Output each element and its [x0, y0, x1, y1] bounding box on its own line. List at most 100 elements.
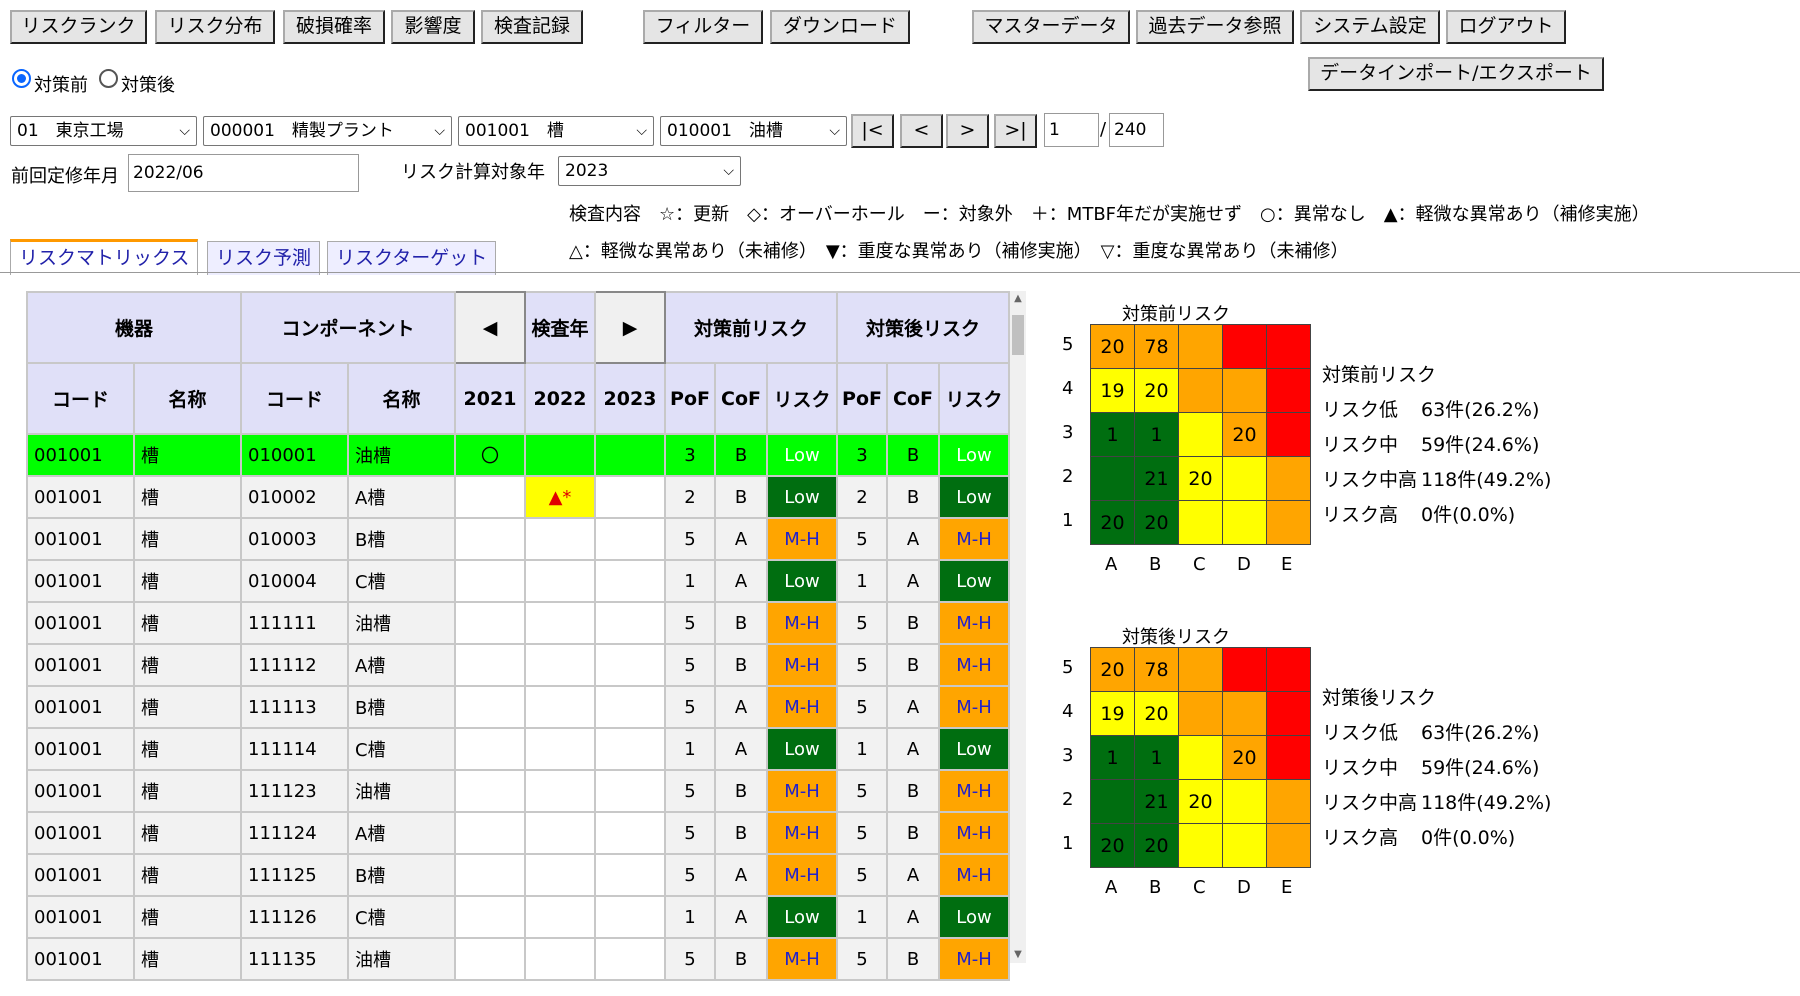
- matrix-cell[interactable]: [1222, 368, 1267, 413]
- scrollbar-thumb[interactable]: [1012, 315, 1024, 355]
- matrix-cell[interactable]: [1178, 324, 1223, 369]
- matrix-cell[interactable]: [1222, 456, 1267, 501]
- system-settings-button[interactable]: システム設定: [1300, 10, 1440, 44]
- matrix-cell[interactable]: [1222, 500, 1267, 545]
- matrix-cell[interactable]: [1178, 500, 1223, 545]
- matrix-cell[interactable]: 20: [1222, 735, 1267, 780]
- table-row[interactable]: 001001 槽 111114 C槽 1 A Low 1 A Low: [26, 727, 1010, 771]
- matrix-cell[interactable]: [1222, 691, 1267, 736]
- matrix-cell[interactable]: 20: [1178, 456, 1223, 501]
- break-probability-button[interactable]: 破損確率: [283, 10, 385, 44]
- impact-button[interactable]: 影響度: [391, 10, 475, 44]
- prev-year-button[interactable]: ◀: [454, 291, 526, 364]
- matrix-cell[interactable]: 78: [1134, 647, 1179, 692]
- next-year-button[interactable]: ▶: [594, 291, 666, 364]
- table-row[interactable]: 001001 槽 111125 B槽 5 A M-H 5 A M-H: [26, 853, 1010, 897]
- table-row[interactable]: 001001 槽 111113 B槽 5 A M-H 5 A M-H: [26, 685, 1010, 729]
- matrix-cell[interactable]: [1266, 368, 1311, 413]
- before-radio[interactable]: [12, 69, 31, 88]
- matrix-cell[interactable]: [1090, 456, 1135, 501]
- import-export-button[interactable]: データインポート/エクスポート: [1308, 57, 1604, 91]
- after-radio[interactable]: [99, 69, 118, 88]
- matrix-cell[interactable]: 20: [1222, 412, 1267, 457]
- matrix-cell[interactable]: 21: [1134, 779, 1179, 824]
- table-row[interactable]: 001001 槽 111123 油槽 5 B M-H 5 B M-H: [26, 769, 1010, 813]
- next-page-button[interactable]: >: [946, 114, 989, 148]
- tab-risk-target[interactable]: リスクターゲット: [327, 241, 497, 275]
- prev-page-button[interactable]: <: [900, 114, 943, 148]
- matrix-cell[interactable]: [1178, 647, 1223, 692]
- logout-button[interactable]: ログアウト: [1446, 10, 1566, 44]
- factory-select[interactable]: 01 東京工場 ⌵: [10, 116, 197, 146]
- matrix-cell[interactable]: [1178, 823, 1223, 868]
- matrix-cell[interactable]: [1178, 368, 1223, 413]
- master-data-button[interactable]: マスターデータ: [972, 10, 1130, 44]
- table-row[interactable]: 001001 槽 010004 C槽 1 A Low 1 A Low: [26, 559, 1010, 603]
- table-row[interactable]: 001001 槽 111135 油槽 5 B M-H 5 B M-H: [26, 937, 1010, 981]
- matrix-cell[interactable]: 20: [1090, 823, 1135, 868]
- last-page-button[interactable]: >|: [994, 114, 1037, 148]
- matrix-cell[interactable]: [1266, 456, 1311, 501]
- history-data-button[interactable]: 過去データ参照: [1136, 10, 1294, 44]
- table-row[interactable]: 001001 槽 010003 B槽 5 A M-H 5 A M-H: [26, 517, 1010, 561]
- matrix-cell[interactable]: 20: [1134, 368, 1179, 413]
- matrix-cell[interactable]: 1: [1134, 412, 1179, 457]
- matrix-cell[interactable]: [1222, 823, 1267, 868]
- matrix-cell[interactable]: [1222, 647, 1267, 692]
- matrix-cell[interactable]: 20: [1134, 500, 1179, 545]
- matrix-cell[interactable]: 19: [1090, 368, 1135, 413]
- matrix-cell[interactable]: 19: [1090, 691, 1135, 736]
- matrix-cell[interactable]: 1: [1090, 412, 1135, 457]
- matrix-cell[interactable]: [1266, 500, 1311, 545]
- matrix-cell[interactable]: [1266, 647, 1311, 692]
- inspection-record-button[interactable]: 検査記録: [481, 10, 583, 44]
- component-select[interactable]: 010001 油槽 ⌵: [660, 116, 847, 146]
- table-row[interactable]: 001001 槽 111126 C槽 1 A Low 1 A Low: [26, 895, 1010, 939]
- tab-risk-matrix[interactable]: リスクマトリックス: [10, 239, 199, 275]
- first-page-button[interactable]: |<: [851, 114, 894, 148]
- matrix-cell[interactable]: [1178, 691, 1223, 736]
- matrix-cell[interactable]: [1266, 324, 1311, 369]
- matrix-cell[interactable]: 1: [1134, 735, 1179, 780]
- page-number-input[interactable]: 1: [1044, 113, 1099, 147]
- matrix-cell[interactable]: [1266, 691, 1311, 736]
- matrix-cell[interactable]: [1266, 412, 1311, 457]
- matrix-cell[interactable]: [1266, 735, 1311, 780]
- plant-select[interactable]: 000001 精製プラント ⌵: [203, 116, 452, 146]
- table-row[interactable]: 001001 槽 111112 A槽 5 B M-H 5 B M-H: [26, 643, 1010, 687]
- matrix-cell[interactable]: [1266, 779, 1311, 824]
- table-row[interactable]: 001001 槽 111124 A槽 5 B M-H 5 B M-H: [26, 811, 1010, 855]
- tab-risk-forecast[interactable]: リスク予測: [207, 241, 321, 275]
- matrix-cell[interactable]: [1178, 412, 1223, 457]
- table-scrollbar[interactable]: ▲ ▼: [1010, 291, 1026, 963]
- filter-button[interactable]: フィルター: [643, 10, 763, 44]
- table-cell: 2: [664, 475, 716, 519]
- table-row[interactable]: 001001 槽 010001 油槽〇 3 B Low 3 B Low: [26, 433, 1010, 477]
- matrix-cell[interactable]: [1222, 324, 1267, 369]
- matrix-cell[interactable]: 78: [1134, 324, 1179, 369]
- calc-year-select[interactable]: 2023 ⌵: [558, 156, 741, 186]
- table-cell: B: [886, 769, 940, 813]
- scroll-up-icon[interactable]: ▲: [1010, 291, 1026, 307]
- matrix-cell[interactable]: 20: [1134, 823, 1179, 868]
- table-row[interactable]: 001001 槽 010002 A槽 ▲* 2 B Low 2 B Low: [26, 475, 1010, 519]
- table-row[interactable]: 001001 槽 111111 油槽 5 B M-H 5 B M-H: [26, 601, 1010, 645]
- matrix-cell[interactable]: [1090, 779, 1135, 824]
- matrix-cell[interactable]: 20: [1134, 691, 1179, 736]
- matrix-cell[interactable]: 1: [1090, 735, 1135, 780]
- scroll-down-icon[interactable]: ▼: [1010, 947, 1026, 963]
- risk-distribution-button[interactable]: リスク分布: [155, 10, 275, 44]
- risk-rank-button[interactable]: リスクランク: [10, 10, 147, 44]
- matrix-cell[interactable]: 20: [1090, 324, 1135, 369]
- matrix-cell[interactable]: 20: [1090, 647, 1135, 692]
- table-cell: A: [714, 895, 768, 939]
- matrix-cell[interactable]: [1178, 735, 1223, 780]
- matrix-cell[interactable]: 21: [1134, 456, 1179, 501]
- matrix-cell[interactable]: [1222, 779, 1267, 824]
- last-revision-input[interactable]: 2022/06: [128, 154, 359, 192]
- equipment-select[interactable]: 001001 槽 ⌵: [458, 116, 654, 146]
- matrix-cell[interactable]: [1266, 823, 1311, 868]
- matrix-cell[interactable]: 20: [1090, 500, 1135, 545]
- download-button[interactable]: ダウンロード: [770, 10, 910, 44]
- matrix-cell[interactable]: 20: [1178, 779, 1223, 824]
